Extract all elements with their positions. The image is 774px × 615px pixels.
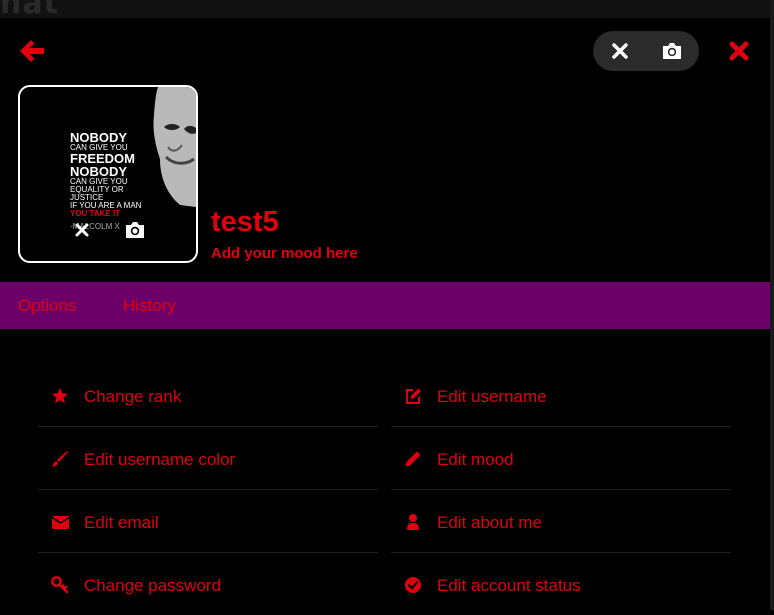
change-avatar-camera-icon[interactable]: [124, 221, 146, 239]
tab-options[interactable]: Options: [18, 296, 77, 316]
profile-tab-bar: Options History: [0, 282, 770, 329]
key-icon: [51, 576, 69, 594]
brush-icon: [51, 450, 69, 468]
option-edit-mood[interactable]: Edit mood: [391, 427, 731, 490]
header-title-fragment: hat: [0, 0, 59, 18]
envelope-icon: [51, 513, 70, 531]
check-circle-icon: [404, 576, 422, 594]
option-edit-account-status[interactable]: Edit account status: [391, 553, 731, 615]
user-icon: [404, 513, 422, 531]
remove-avatar-icon[interactable]: [75, 223, 89, 237]
cover-actions-pill: [593, 31, 699, 71]
option-edit-about-me[interactable]: Edit about me: [391, 490, 731, 553]
scrollbar-edge: [770, 0, 774, 610]
remove-cover-icon[interactable]: [611, 42, 629, 60]
avatar[interactable]: NOBODY CAN GIVE YOU FREEDOM NOBODY CAN G…: [18, 85, 198, 263]
back-arrow-icon[interactable]: [18, 38, 46, 64]
option-change-password[interactable]: Change password: [38, 553, 378, 615]
star-icon: [51, 387, 69, 405]
option-edit-email[interactable]: Edit email: [38, 490, 378, 553]
edit-icon: [404, 387, 422, 405]
option-change-rank[interactable]: Change rank: [38, 364, 378, 427]
mood-field[interactable]: Add your mood here: [211, 245, 358, 262]
profile-username: test5: [211, 206, 279, 238]
change-cover-camera-icon[interactable]: [661, 41, 683, 61]
pencil-icon: [404, 450, 422, 468]
option-edit-username-color[interactable]: Edit username color: [38, 427, 378, 490]
option-edit-username[interactable]: Edit username: [391, 364, 731, 427]
mask-image: [153, 87, 196, 207]
close-icon[interactable]: [728, 40, 750, 62]
top-header-strip: hat: [0, 0, 774, 18]
tab-history[interactable]: History: [123, 296, 176, 316]
